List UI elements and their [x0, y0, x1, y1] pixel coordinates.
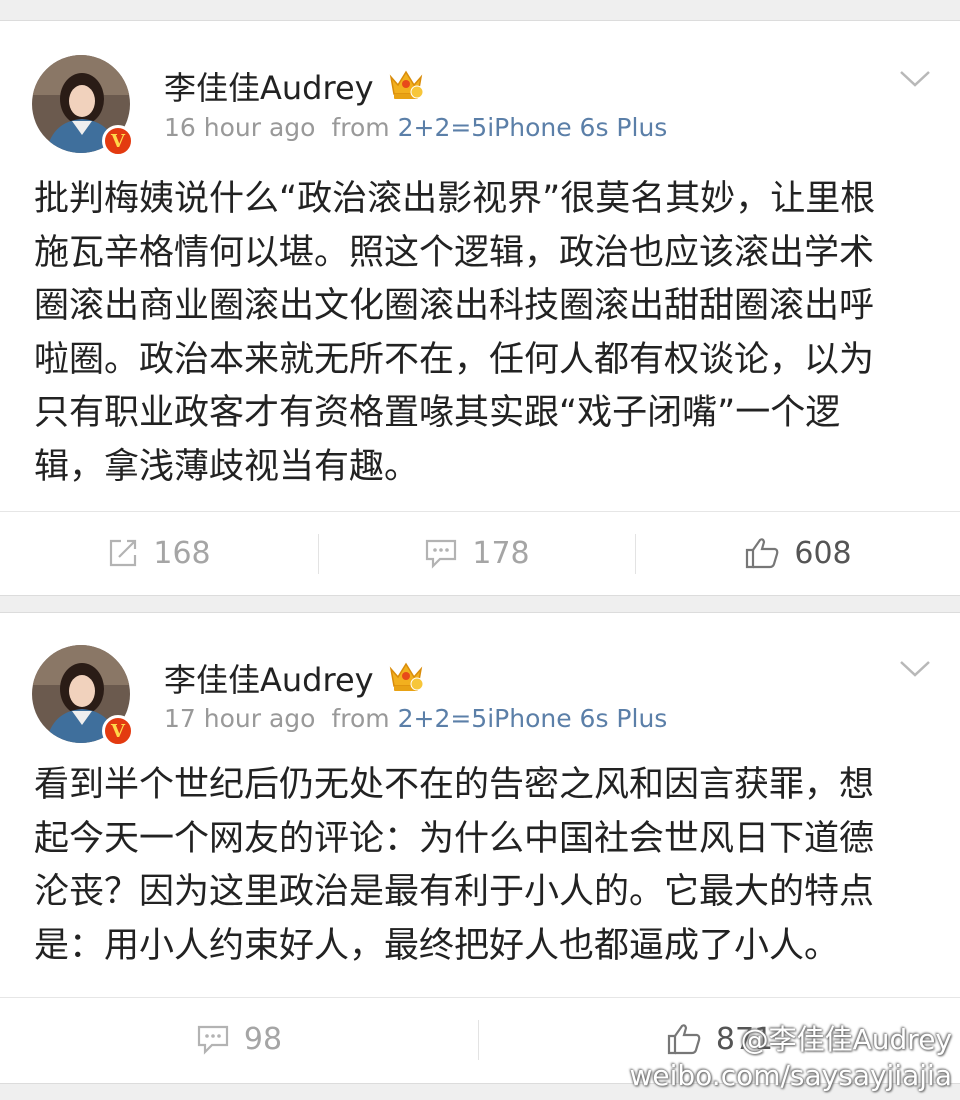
watermark: @李佳佳Audrey weibo.com/saysayjiajia: [629, 1022, 952, 1094]
post-body-line: 批判梅姨说什么“政治滚出影视界”很莫名其妙，让里根: [34, 179, 876, 219]
post-card[interactable]: V 李佳佳Audrey 16 hour ago from 2+2=5iPhone …: [0, 20, 960, 596]
chevron-down-icon[interactable]: [898, 659, 932, 679]
chevron-down-icon[interactable]: [898, 69, 932, 89]
comment-icon: [197, 1025, 229, 1055]
post-source[interactable]: 2+2=5iPhone 6s Plus: [398, 704, 668, 733]
comment-button[interactable]: 178: [319, 512, 635, 594]
post-body-line: 辑，拿浅薄歧视当有趣。: [34, 446, 420, 487]
author-name[interactable]: 李佳佳Audrey: [164, 63, 374, 109]
post-body: 看到半个世纪后仍无处不在的告密之风和因言获罪，想 起今天一个网友的评论：为什么中…: [34, 759, 926, 973]
verified-badge: V: [102, 715, 134, 747]
from-label: from: [331, 704, 390, 733]
post-body: 批判梅姨说什么“政治滚出影视界”很莫名其妙，让里根 施瓦辛格情何以堪。照这个逻辑…: [34, 173, 926, 494]
like-button[interactable]: 608: [636, 512, 960, 594]
repost-count: 168: [153, 535, 211, 571]
repost-button[interactable]: 168: [0, 512, 318, 594]
weibo-feed: V 李佳佳Audrey 16 hour ago from 2+2=5iPhone …: [0, 0, 960, 1100]
like-count: 608: [794, 535, 852, 571]
author-name[interactable]: 李佳佳Audrey: [164, 655, 374, 701]
from-label: from: [331, 113, 390, 142]
avatar[interactable]: V: [32, 55, 134, 157]
post-source[interactable]: 2+2=5iPhone 6s Plus: [398, 113, 668, 142]
post-body-line: 看到半个世纪后仍无处不在的告密之风和因言获罪，想: [34, 765, 875, 805]
post-card[interactable]: V 李佳佳Audrey 17 hour ago from 2+2=5iPhone …: [0, 612, 960, 1084]
thumbs-up-icon: [746, 538, 779, 569]
action-bar: 168 178 608: [0, 511, 960, 594]
avatar[interactable]: V: [32, 645, 134, 747]
post-body-line: 施瓦辛格情何以堪。照这个逻辑，政治也应该滚出学术: [34, 232, 875, 273]
post-body-line: 圈滚出商业圈滚出文化圈滚出科技圈滚出甜甜圈滚出呼: [34, 286, 875, 326]
crown-icon[interactable]: [388, 659, 424, 693]
comment-count: 178: [472, 535, 530, 571]
post-body-line: 起今天一个网友的评论：为什么中国社会世风日下道德: [34, 818, 875, 859]
top-spacer: [0, 0, 960, 20]
watermark-url: weibo.com/saysayjiajia: [629, 1059, 952, 1092]
post-time: 16 hour ago: [164, 113, 316, 142]
comment-icon: [426, 539, 457, 569]
crown-icon[interactable]: [388, 67, 424, 101]
watermark-handle: @李佳佳Audrey: [740, 1023, 952, 1056]
comment-count: 98: [243, 1021, 283, 1057]
post-meta: 17 hour ago from 2+2=5iPhone 6s Plus: [164, 704, 667, 733]
post-body-line: 沦丧？因为这里政治是最有利于小人的。它最大的特点: [34, 872, 875, 912]
post-body-line: 啦圈。政治本来就无所不在，任何人都有权谈论，以为: [34, 339, 875, 380]
repost-icon: [110, 539, 137, 567]
comment-button[interactable]: 98: [0, 998, 478, 1080]
post-body-line: 只有职业政客才有资格置喙其实跟“戏子闭嘴”一个逻: [34, 393, 841, 433]
verified-badge: V: [102, 125, 134, 157]
post-meta: 16 hour ago from 2+2=5iPhone 6s Plus: [164, 113, 667, 142]
post-time: 17 hour ago: [164, 704, 316, 733]
post-body-line: 是：用小人约束好人，最终把好人也都逼成了小人。: [34, 925, 840, 966]
